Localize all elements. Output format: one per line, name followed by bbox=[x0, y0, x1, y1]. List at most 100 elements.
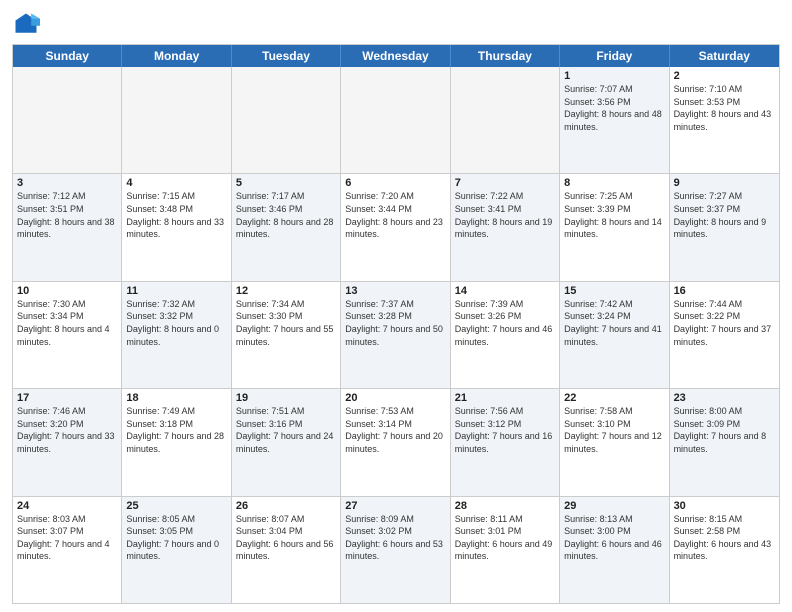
cal-cell: 16Sunrise: 7:44 AM Sunset: 3:22 PM Dayli… bbox=[670, 282, 779, 388]
cal-row: 24Sunrise: 8:03 AM Sunset: 3:07 PM Dayli… bbox=[13, 497, 779, 603]
day-number: 29 bbox=[564, 500, 664, 512]
day-info: Sunrise: 7:17 AM Sunset: 3:46 PM Dayligh… bbox=[236, 190, 336, 240]
day-number: 20 bbox=[345, 392, 445, 404]
day-info: Sunrise: 7:53 AM Sunset: 3:14 PM Dayligh… bbox=[345, 405, 445, 455]
day-number: 16 bbox=[674, 285, 775, 297]
day-info: Sunrise: 7:58 AM Sunset: 3:10 PM Dayligh… bbox=[564, 405, 664, 455]
cal-cell: 30Sunrise: 8:15 AM Sunset: 2:58 PM Dayli… bbox=[670, 497, 779, 603]
day-info: Sunrise: 8:11 AM Sunset: 3:01 PM Dayligh… bbox=[455, 513, 555, 563]
day-number: 18 bbox=[126, 392, 226, 404]
day-info: Sunrise: 7:25 AM Sunset: 3:39 PM Dayligh… bbox=[564, 190, 664, 240]
day-info: Sunrise: 7:22 AM Sunset: 3:41 PM Dayligh… bbox=[455, 190, 555, 240]
header bbox=[12, 10, 780, 38]
day-info: Sunrise: 8:15 AM Sunset: 2:58 PM Dayligh… bbox=[674, 513, 775, 563]
day-info: Sunrise: 7:56 AM Sunset: 3:12 PM Dayligh… bbox=[455, 405, 555, 455]
day-info: Sunrise: 7:49 AM Sunset: 3:18 PM Dayligh… bbox=[126, 405, 226, 455]
day-info: Sunrise: 8:05 AM Sunset: 3:05 PM Dayligh… bbox=[126, 513, 226, 563]
day-number: 2 bbox=[674, 70, 775, 82]
day-number: 8 bbox=[564, 177, 664, 189]
day-info: Sunrise: 7:12 AM Sunset: 3:51 PM Dayligh… bbox=[17, 190, 117, 240]
day-number: 5 bbox=[236, 177, 336, 189]
day-number: 4 bbox=[126, 177, 226, 189]
cal-row: 17Sunrise: 7:46 AM Sunset: 3:20 PM Dayli… bbox=[13, 389, 779, 496]
calendar-body: 1Sunrise: 7:07 AM Sunset: 3:56 PM Daylig… bbox=[13, 67, 779, 603]
cal-cell: 11Sunrise: 7:32 AM Sunset: 3:32 PM Dayli… bbox=[122, 282, 231, 388]
calendar: SundayMondayTuesdayWednesdayThursdayFrid… bbox=[12, 44, 780, 604]
day-number: 22 bbox=[564, 392, 664, 404]
cal-cell: 24Sunrise: 8:03 AM Sunset: 3:07 PM Dayli… bbox=[13, 497, 122, 603]
day-number: 26 bbox=[236, 500, 336, 512]
day-number: 17 bbox=[17, 392, 117, 404]
day-info: Sunrise: 8:07 AM Sunset: 3:04 PM Dayligh… bbox=[236, 513, 336, 563]
day-number: 25 bbox=[126, 500, 226, 512]
cal-cell: 23Sunrise: 8:00 AM Sunset: 3:09 PM Dayli… bbox=[670, 389, 779, 495]
day-info: Sunrise: 8:03 AM Sunset: 3:07 PM Dayligh… bbox=[17, 513, 117, 563]
day-info: Sunrise: 7:15 AM Sunset: 3:48 PM Dayligh… bbox=[126, 190, 226, 240]
cal-cell: 26Sunrise: 8:07 AM Sunset: 3:04 PM Dayli… bbox=[232, 497, 341, 603]
day-info: Sunrise: 7:07 AM Sunset: 3:56 PM Dayligh… bbox=[564, 83, 664, 133]
day-number: 7 bbox=[455, 177, 555, 189]
day-info: Sunrise: 7:32 AM Sunset: 3:32 PM Dayligh… bbox=[126, 298, 226, 348]
day-number: 28 bbox=[455, 500, 555, 512]
day-info: Sunrise: 7:37 AM Sunset: 3:28 PM Dayligh… bbox=[345, 298, 445, 348]
day-number: 19 bbox=[236, 392, 336, 404]
day-number: 3 bbox=[17, 177, 117, 189]
cal-row: 3Sunrise: 7:12 AM Sunset: 3:51 PM Daylig… bbox=[13, 174, 779, 281]
day-number: 14 bbox=[455, 285, 555, 297]
cal-header-cell: Monday bbox=[122, 45, 231, 67]
day-number: 9 bbox=[674, 177, 775, 189]
day-info: Sunrise: 7:42 AM Sunset: 3:24 PM Dayligh… bbox=[564, 298, 664, 348]
cal-cell: 15Sunrise: 7:42 AM Sunset: 3:24 PM Dayli… bbox=[560, 282, 669, 388]
day-number: 27 bbox=[345, 500, 445, 512]
logo bbox=[12, 10, 44, 38]
day-number: 24 bbox=[17, 500, 117, 512]
day-info: Sunrise: 7:34 AM Sunset: 3:30 PM Dayligh… bbox=[236, 298, 336, 348]
cal-cell: 20Sunrise: 7:53 AM Sunset: 3:14 PM Dayli… bbox=[341, 389, 450, 495]
cal-cell: 21Sunrise: 7:56 AM Sunset: 3:12 PM Dayli… bbox=[451, 389, 560, 495]
cal-cell: 18Sunrise: 7:49 AM Sunset: 3:18 PM Dayli… bbox=[122, 389, 231, 495]
cal-cell: 9Sunrise: 7:27 AM Sunset: 3:37 PM Daylig… bbox=[670, 174, 779, 280]
day-info: Sunrise: 7:10 AM Sunset: 3:53 PM Dayligh… bbox=[674, 83, 775, 133]
day-number: 11 bbox=[126, 285, 226, 297]
day-number: 1 bbox=[564, 70, 664, 82]
cal-cell bbox=[13, 67, 122, 173]
cal-cell: 25Sunrise: 8:05 AM Sunset: 3:05 PM Dayli… bbox=[122, 497, 231, 603]
day-number: 23 bbox=[674, 392, 775, 404]
day-number: 30 bbox=[674, 500, 775, 512]
cal-cell: 14Sunrise: 7:39 AM Sunset: 3:26 PM Dayli… bbox=[451, 282, 560, 388]
cal-cell: 10Sunrise: 7:30 AM Sunset: 3:34 PM Dayli… bbox=[13, 282, 122, 388]
cal-header-cell: Sunday bbox=[13, 45, 122, 67]
cal-header-cell: Thursday bbox=[451, 45, 560, 67]
day-info: Sunrise: 7:46 AM Sunset: 3:20 PM Dayligh… bbox=[17, 405, 117, 455]
day-info: Sunrise: 7:51 AM Sunset: 3:16 PM Dayligh… bbox=[236, 405, 336, 455]
cal-cell: 22Sunrise: 7:58 AM Sunset: 3:10 PM Dayli… bbox=[560, 389, 669, 495]
day-number: 6 bbox=[345, 177, 445, 189]
day-number: 21 bbox=[455, 392, 555, 404]
cal-row: 1Sunrise: 7:07 AM Sunset: 3:56 PM Daylig… bbox=[13, 67, 779, 174]
cal-cell: 3Sunrise: 7:12 AM Sunset: 3:51 PM Daylig… bbox=[13, 174, 122, 280]
day-number: 12 bbox=[236, 285, 336, 297]
day-info: Sunrise: 7:27 AM Sunset: 3:37 PM Dayligh… bbox=[674, 190, 775, 240]
cal-header-cell: Saturday bbox=[670, 45, 779, 67]
day-info: Sunrise: 8:13 AM Sunset: 3:00 PM Dayligh… bbox=[564, 513, 664, 563]
cal-cell: 5Sunrise: 7:17 AM Sunset: 3:46 PM Daylig… bbox=[232, 174, 341, 280]
day-info: Sunrise: 8:00 AM Sunset: 3:09 PM Dayligh… bbox=[674, 405, 775, 455]
cal-cell: 19Sunrise: 7:51 AM Sunset: 3:16 PM Dayli… bbox=[232, 389, 341, 495]
day-info: Sunrise: 7:30 AM Sunset: 3:34 PM Dayligh… bbox=[17, 298, 117, 348]
logo-icon bbox=[12, 10, 40, 38]
cal-cell: 27Sunrise: 8:09 AM Sunset: 3:02 PM Dayli… bbox=[341, 497, 450, 603]
calendar-header-row: SundayMondayTuesdayWednesdayThursdayFrid… bbox=[13, 45, 779, 67]
day-number: 13 bbox=[345, 285, 445, 297]
day-number: 10 bbox=[17, 285, 117, 297]
day-info: Sunrise: 7:39 AM Sunset: 3:26 PM Dayligh… bbox=[455, 298, 555, 348]
page: SundayMondayTuesdayWednesdayThursdayFrid… bbox=[0, 0, 792, 612]
cal-cell: 4Sunrise: 7:15 AM Sunset: 3:48 PM Daylig… bbox=[122, 174, 231, 280]
cal-cell bbox=[232, 67, 341, 173]
cal-cell: 1Sunrise: 7:07 AM Sunset: 3:56 PM Daylig… bbox=[560, 67, 669, 173]
cal-cell bbox=[451, 67, 560, 173]
cal-header-cell: Wednesday bbox=[341, 45, 450, 67]
cal-cell: 13Sunrise: 7:37 AM Sunset: 3:28 PM Dayli… bbox=[341, 282, 450, 388]
cal-row: 10Sunrise: 7:30 AM Sunset: 3:34 PM Dayli… bbox=[13, 282, 779, 389]
cal-cell: 28Sunrise: 8:11 AM Sunset: 3:01 PM Dayli… bbox=[451, 497, 560, 603]
cal-header-cell: Friday bbox=[560, 45, 669, 67]
